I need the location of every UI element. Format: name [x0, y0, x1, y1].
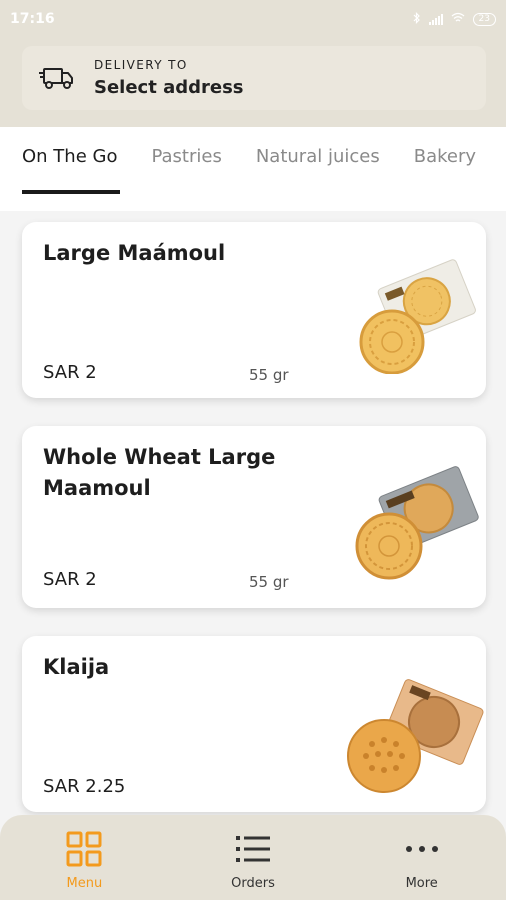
product-image	[359, 259, 476, 374]
product-price: SAR 2	[43, 569, 97, 590]
product-price: SAR 2	[43, 362, 97, 383]
tab-natural-juices[interactable]: Natural juices	[256, 146, 380, 167]
bottom-navigation: Menu Orders More	[0, 815, 506, 900]
product-card[interactable]: Whole Wheat Large Maamoul SAR 2 55 gr	[22, 426, 486, 608]
battery-icon: 23	[472, 12, 496, 26]
nav-orders-label: Orders	[231, 876, 275, 891]
product-name: Klaija	[43, 655, 110, 679]
product-card[interactable]: Klaija SAR 2.25	[22, 636, 486, 812]
product-weight: 55 gr	[249, 573, 289, 591]
nav-orders[interactable]: Orders	[169, 815, 338, 900]
more-dots-icon	[405, 846, 438, 852]
product-weight: 55 gr	[249, 366, 289, 384]
category-tabs: On The Go Pastries Natural juices Bakery	[0, 127, 506, 185]
status-icons: 23	[413, 11, 496, 27]
category-tabs-area: On The Go Pastries Natural juices Bakery	[0, 127, 506, 211]
header-area: 17:16 23 DELIVERY TO Select address	[0, 0, 506, 127]
nav-more-label: More	[405, 876, 438, 891]
product-name: Large Maámoul	[43, 241, 226, 265]
product-name: Whole Wheat Large Maamoul	[43, 445, 276, 500]
delivery-label: DELIVERY TO	[94, 58, 188, 72]
product-image	[347, 679, 484, 793]
delivery-address: Select address	[94, 77, 244, 98]
list-icon	[236, 836, 270, 862]
tab-bakery[interactable]: Bakery	[414, 146, 476, 167]
tab-pastries[interactable]: Pastries	[151, 146, 221, 167]
grid-icon	[66, 831, 102, 867]
nav-more[interactable]: More	[337, 815, 506, 900]
nav-menu-label: Menu	[66, 876, 103, 891]
status-time: 17:16	[10, 11, 55, 27]
tab-on-the-go[interactable]: On The Go	[22, 146, 117, 167]
product-list[interactable]: Large Maámoul SAR 2 55 gr Whole Wheat La…	[22, 222, 486, 840]
product-image	[355, 466, 479, 580]
product-price: SAR 2.25	[43, 776, 126, 797]
product-card[interactable]: Large Maámoul SAR 2 55 gr	[22, 222, 486, 398]
wifi-icon	[451, 12, 465, 26]
delivery-address-selector[interactable]: DELIVERY TO Select address	[22, 46, 486, 110]
active-tab-indicator	[22, 190, 120, 194]
delivery-truck-icon	[39, 68, 73, 89]
signal-icon	[428, 13, 443, 25]
bluetooth-icon	[413, 11, 421, 27]
nav-menu[interactable]: Menu	[0, 815, 169, 900]
status-bar: 17:16 23	[0, 0, 506, 38]
